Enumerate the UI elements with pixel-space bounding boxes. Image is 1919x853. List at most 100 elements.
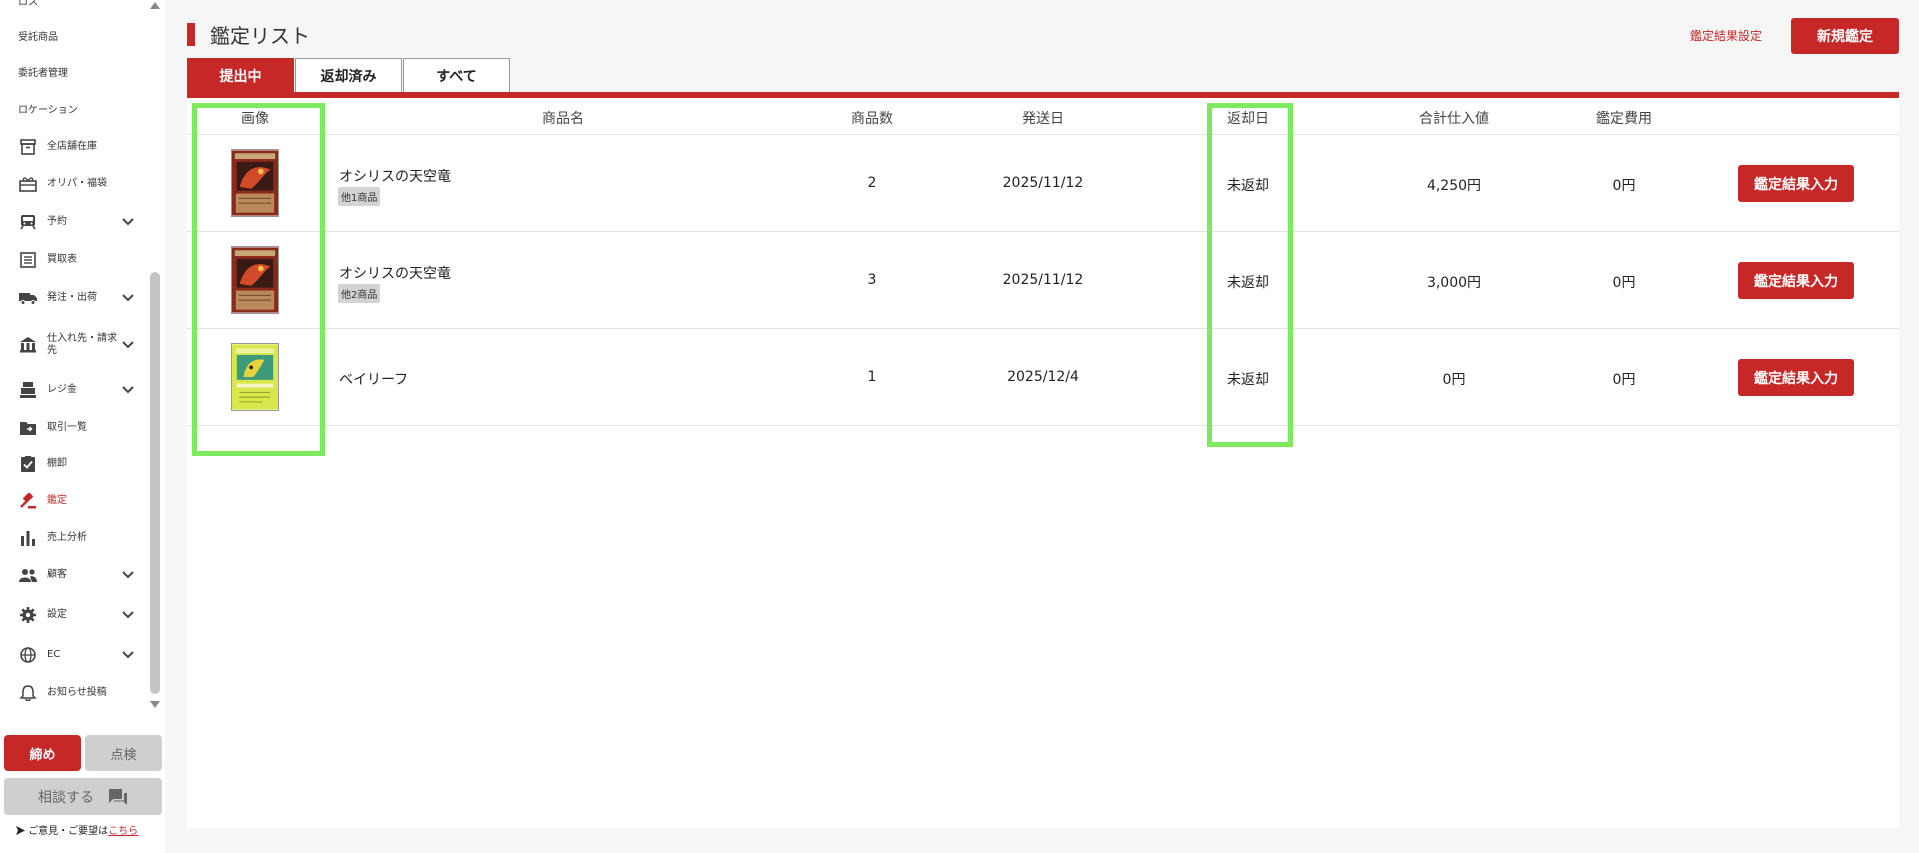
gavel-icon: [20, 493, 36, 509]
tab-all[interactable]: すべて: [403, 58, 510, 92]
chat-icon: [109, 788, 127, 805]
sidebar-item-label: EC: [47, 649, 61, 660]
sidebar-item-news-post[interactable]: お知らせ投稿: [0, 678, 150, 708]
sidebar-item-buyback-list[interactable]: 買取表: [0, 245, 150, 275]
appraisal-result-settings-link[interactable]: 鑑定結果設定: [1690, 27, 1762, 44]
sidebar-item-label: 予約: [47, 216, 67, 227]
product-name: オシリスの天空竜: [339, 169, 451, 185]
sidebar-item-label: 顧客: [47, 569, 67, 580]
sidebar-item-appraisal[interactable]: 鑑定: [0, 486, 150, 516]
sidebar-item-oripa[interactable]: オリパ・福袋: [0, 169, 150, 199]
product-name: ベイリーフ: [339, 372, 409, 388]
chevron-down-icon: [122, 386, 134, 394]
appraisal-fee-cell: 0円: [1612, 178, 1636, 194]
appraisal-table: 画像 商品名 商品数 発送日 返却日 合計仕入値 鑑定費用 オシリスの天空竜 他…: [187, 92, 1899, 828]
tab-returned[interactable]: 返却済み: [295, 58, 402, 92]
sidebar-item-label: 棚卸: [47, 458, 67, 469]
enter-result-button[interactable]: 鑑定結果入力: [1738, 359, 1854, 396]
truck-icon: [19, 293, 37, 305]
sidebar-item-ec[interactable]: EC: [0, 640, 150, 670]
feedback-note: ご意見・ご要望はこちら: [16, 822, 138, 837]
column-header-appraisal-fee: 鑑定費用: [1596, 111, 1652, 127]
title-accent-bar: [187, 23, 195, 46]
return-date-cell: 未返却: [1227, 178, 1269, 194]
quantity-cell: 1: [867, 369, 877, 385]
column-header-quantity: 商品数: [851, 111, 893, 127]
gift-icon: [19, 177, 37, 192]
sidebar-item-location[interactable]: ロケーション: [0, 96, 150, 126]
close-day-button[interactable]: 締め: [4, 735, 81, 771]
sidebar-item-register-cash[interactable]: レジ金: [0, 375, 150, 405]
register-icon: [20, 382, 36, 398]
ship-date-cell: 2025/12/4: [1007, 369, 1079, 385]
folder-icon: [20, 422, 36, 435]
appraisal-fee-cell: 0円: [1612, 372, 1636, 388]
scroll-down-icon[interactable]: [150, 701, 160, 708]
bar-chart-icon: [21, 531, 35, 546]
ship-date-cell: 2025/11/12: [1002, 272, 1084, 288]
table-row[interactable]: ベイリーフ 1 2025/12/4 未返却 0円 0円 鑑定結果入力: [187, 329, 1899, 426]
tab-submitted[interactable]: 提出中: [187, 58, 294, 92]
column-header-image: 画像: [241, 111, 269, 127]
column-header-product-name: 商品名: [542, 111, 584, 127]
page-title: 鑑定リスト: [210, 24, 310, 48]
feedback-link[interactable]: こちら: [108, 826, 138, 837]
sidebar-item-order-shipping[interactable]: 発注・出荷: [0, 283, 150, 313]
new-appraisal-button[interactable]: 新規鑑定: [1791, 18, 1899, 54]
chevron-down-icon: [122, 651, 134, 659]
sidebar-item-label: お知らせ投稿: [47, 687, 107, 698]
product-image: [231, 343, 279, 411]
product-image: [231, 246, 279, 314]
sidebar-item-reservation[interactable]: 予約: [0, 207, 150, 237]
sidebar: ロス 受託商品 委託者管理 ロケーション 全店舗在庫 オリパ・福袋 予約 買取表: [0, 0, 165, 853]
sidebar-item-label: 発注・出荷: [47, 292, 97, 303]
sidebar-item-customers[interactable]: 顧客: [0, 560, 150, 590]
sidebar-item-settings[interactable]: 設定: [0, 600, 150, 630]
sidebar-item-label: 取引一覧: [47, 422, 87, 433]
total-cost-cell: 0円: [1442, 372, 1466, 388]
quantity-cell: 3: [867, 272, 877, 288]
table-row[interactable]: オシリスの天空竜 他1商品 2 2025/11/12 未返却 4,250円 0円…: [187, 135, 1899, 232]
product-image: [231, 149, 279, 217]
sidebar-item-stocktaking[interactable]: 棚卸: [0, 449, 150, 479]
check-button[interactable]: 点検: [85, 735, 162, 771]
send-icon: [16, 826, 25, 835]
enter-result-button[interactable]: 鑑定結果入力: [1738, 262, 1854, 299]
scroll-up-icon[interactable]: [150, 2, 160, 9]
chevron-down-icon: [122, 294, 134, 302]
globe-icon: [20, 647, 36, 663]
chevron-down-icon: [122, 571, 134, 579]
sidebar-item-label: 委託者管理: [18, 68, 68, 79]
sidebar-item-transactions[interactable]: 取引一覧: [0, 413, 150, 443]
train-icon: [20, 215, 36, 230]
sidebar-item-consignor-management[interactable]: 委託者管理: [0, 59, 150, 89]
column-header-total-cost: 合計仕入値: [1419, 111, 1489, 127]
sidebar-item-sales-analysis[interactable]: 売上分析: [0, 523, 150, 553]
feedback-text: ご意見・ご要望は: [28, 826, 109, 837]
sidebar-item-all-store-inventory[interactable]: 全店舗在庫: [0, 132, 150, 162]
total-cost-cell: 4,250円: [1426, 178, 1482, 194]
clipboard-check-icon: [21, 456, 35, 472]
consult-button[interactable]: 相談する: [4, 778, 162, 815]
sidebar-item-consigned-goods[interactable]: 受託商品: [0, 23, 150, 53]
sidebar-item-label: 仕入れ先・請求先: [47, 333, 117, 356]
sidebar-item-label: 受託商品: [18, 32, 58, 43]
scrollbar-thumb[interactable]: [150, 272, 160, 694]
sidebar-scrollbar[interactable]: [150, 0, 160, 712]
list-icon: [20, 252, 36, 268]
additional-items-badge: 他2商品: [338, 284, 381, 303]
sidebar-item-loss[interactable]: ロス: [0, 0, 150, 18]
total-cost-cell: 3,000円: [1426, 275, 1482, 291]
bell-icon: [19, 685, 37, 701]
table-header: 画像 商品名 商品数 発送日 返却日 合計仕入値 鑑定費用: [187, 98, 1899, 135]
table-row[interactable]: オシリスの天空竜 他2商品 3 2025/11/12 未返却 3,000円 0円…: [187, 232, 1899, 329]
sidebar-item-label: 設定: [47, 609, 67, 620]
sidebar-item-label: ロケーション: [18, 105, 78, 116]
sidebar-item-label: レジ金: [47, 384, 77, 395]
column-header-return-date: 返却日: [1227, 111, 1269, 127]
enter-result-button[interactable]: 鑑定結果入力: [1738, 165, 1854, 202]
chevron-down-icon: [122, 218, 134, 226]
consult-label: 相談する: [38, 789, 94, 806]
sidebar-item-suppliers[interactable]: 仕入れ先・請求先: [0, 328, 150, 362]
sidebar-item-label: 全店舗在庫: [47, 141, 97, 152]
